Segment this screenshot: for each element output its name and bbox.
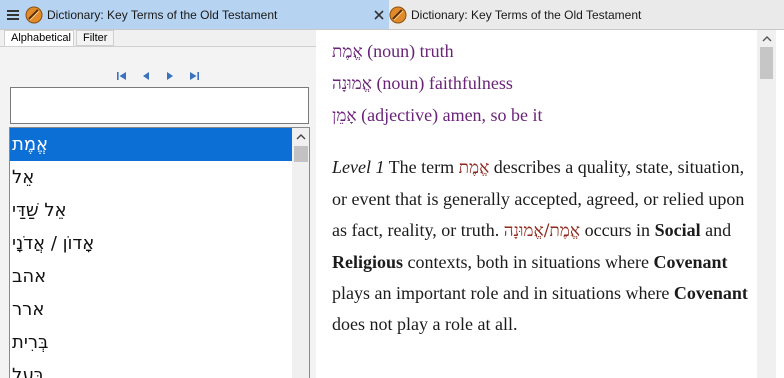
tab-bar: Dictionary: Key Terms of the Old Testame… <box>0 0 784 30</box>
term-label: אֱמֶת <box>12 134 49 155</box>
term-label: אֵל <box>12 167 35 188</box>
left-body: אֱמֶת אֵל אֵל שַׁדַּי אָדוֹן / אֲדֹנָי א… <box>0 46 316 378</box>
gloss-text: (adjective) amen, so be it <box>356 105 543 125</box>
article-scrollbar[interactable] <box>757 30 776 378</box>
gloss-line: אָמֵן (adjective) amen, so be it <box>332 100 757 132</box>
inline-hebrew-term[interactable]: אֱמֶת/אֱמוּנָה <box>504 221 580 241</box>
gloss-hebrew[interactable]: אֱמוּנָה <box>332 74 372 94</box>
para-text: contexts, both in situations where <box>403 252 654 272</box>
subtab-bar: Alphabetical Filter <box>0 30 316 47</box>
book-icon <box>25 6 43 24</box>
domain-social: Social <box>654 220 701 240</box>
last-page-icon[interactable] <box>185 69 203 83</box>
article-content: אֱמֶת (noun) truth אֱמוּנָה (noun) faith… <box>332 36 757 340</box>
para-text: and <box>700 220 732 240</box>
term-list-scrollbar[interactable] <box>292 128 309 378</box>
gloss-text: (noun) truth <box>362 41 454 61</box>
term-label: בַּעַל <box>12 365 45 378</box>
term-label: אהב <box>12 266 47 287</box>
subtab-filter[interactable]: Filter <box>76 30 114 46</box>
navigation-buttons <box>113 69 203 83</box>
para-text: plays an important role and in situation… <box>332 283 674 303</box>
domain-covenant: Covenant <box>673 283 748 303</box>
gloss-text: (noun) faithfulness <box>371 73 513 93</box>
list-item[interactable]: אֵל שַׁדַּי <box>10 194 293 227</box>
inline-hebrew-term[interactable]: אֱמֶת <box>459 158 490 178</box>
para-text: occurs in <box>580 220 655 240</box>
tab-dictionary-inactive[interactable]: Dictionary: Key Terms of the Old Testame… <box>389 0 784 30</box>
domain-religious: Religious <box>332 252 404 272</box>
list-item[interactable]: בְּרִית <box>10 326 293 359</box>
list-item[interactable]: אהב <box>10 260 293 293</box>
first-page-icon[interactable] <box>113 69 131 83</box>
list-item[interactable]: אֵל <box>10 161 293 194</box>
tab-dictionary-active[interactable]: Dictionary: Key Terms of the Old Testame… <box>0 0 389 30</box>
article-panel: אֱמֶת (noun) truth אֱמוּנָה (noun) faith… <box>323 30 784 378</box>
tab-title: Dictionary: Key Terms of the Old Testame… <box>47 8 278 22</box>
list-item[interactable]: אָדוֹן / אֲדֹנָי <box>10 227 293 260</box>
menu-icon[interactable] <box>3 0 23 30</box>
subtab-alphabetical[interactable]: Alphabetical <box>4 30 74 47</box>
scroll-up-icon[interactable] <box>292 128 309 146</box>
scroll-thumb[interactable] <box>294 146 308 162</box>
para-text: The term <box>384 157 459 177</box>
gloss-hebrew[interactable]: אָמֵן <box>332 106 357 126</box>
list-item[interactable]: בַּעַל <box>10 359 293 378</box>
term-label: אֵל שַׁדַּי <box>12 200 67 221</box>
list-item[interactable]: אֱמֶת <box>10 128 293 161</box>
list-item[interactable]: ארר <box>10 293 293 326</box>
term-label: אָדוֹן / אֲדֹנָי <box>12 233 95 254</box>
tab-title: Dictionary: Key Terms of the Old Testame… <box>411 8 642 22</box>
term-label: בְּרִית <box>12 332 49 353</box>
term-list: אֱמֶת אֵל אֵל שַׁדַּי אָדוֹן / אֲדֹנָי א… <box>9 127 310 378</box>
level-label: Level 1 <box>332 157 385 177</box>
domain-covenant: Covenant <box>653 252 728 272</box>
left-panel: Alphabetical Filter אֱמֶת אֵל אֵל שַׁדַּ… <box>0 30 316 378</box>
gloss-line: אֱמֶת (noun) truth <box>332 36 757 68</box>
gloss-line: אֱמוּנָה (noun) faithfulness <box>332 68 757 100</box>
next-icon[interactable] <box>161 69 179 83</box>
scroll-up-icon[interactable] <box>757 30 776 48</box>
para-text: does not play a role at all. <box>332 314 518 334</box>
definition-paragraph: Level 1 The term אֱמֶת describes a quali… <box>332 152 757 340</box>
close-icon[interactable] <box>372 8 386 22</box>
previous-icon[interactable] <box>137 69 155 83</box>
gloss-hebrew[interactable]: אֱמֶת <box>332 42 363 62</box>
term-label: ארר <box>12 299 45 320</box>
search-input[interactable] <box>10 87 309 124</box>
scroll-thumb[interactable] <box>760 47 773 79</box>
book-icon <box>389 6 407 24</box>
